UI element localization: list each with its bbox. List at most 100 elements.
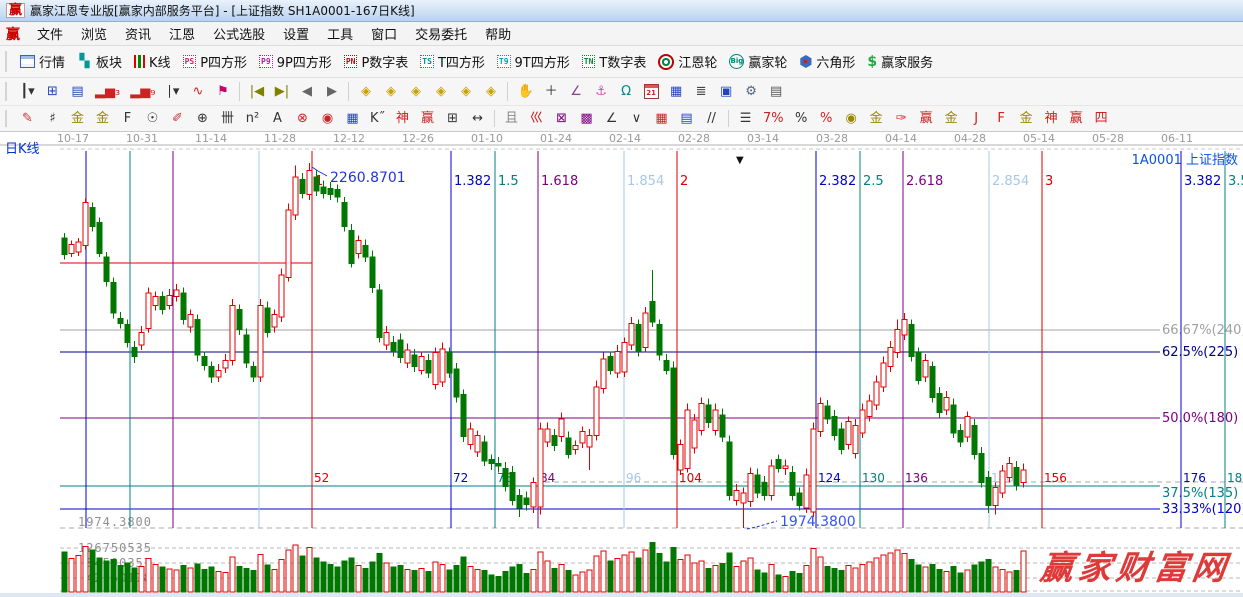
- kline-chart[interactable]: 10-1710-3111-1411-2812-1212-2601-1001-24…: [0, 132, 1243, 593]
- width-arrows-tool[interactable]: ↔: [465, 106, 490, 132]
- grid-sheet-tool[interactable]: ▤: [674, 106, 699, 132]
- rays-tool[interactable]: 巛: [524, 106, 549, 132]
- menu-item-江恩[interactable]: 江恩: [160, 22, 204, 45]
- network-icon[interactable]: ⊞: [40, 79, 65, 105]
- percent-tool[interactable]: %: [789, 106, 814, 132]
- zoom-out-h-diamond[interactable]: ◈: [403, 79, 428, 105]
- shen-grid-tool[interactable]: 神: [390, 106, 415, 132]
- zoom-all-diamond[interactable]: ◈: [478, 79, 503, 105]
- sh-angle-tool[interactable]: 神: [1039, 106, 1064, 132]
- menu-item-浏览[interactable]: 浏览: [72, 22, 116, 45]
- anchor-tool[interactable]: ⚓: [589, 79, 614, 105]
- menu-item-帮助[interactable]: 帮助: [476, 22, 520, 45]
- chart-area[interactable]: 10-1710-3111-1411-2812-1212-2601-1001-24…: [0, 132, 1243, 593]
- menu-item-公式选股[interactable]: 公式选股: [204, 22, 274, 45]
- box-pattern-tool[interactable]: ▩: [574, 106, 599, 132]
- si-angle-tool[interactable]: 四: [1089, 106, 1114, 132]
- 9p-square-button[interactable]: P99P四方形: [254, 49, 339, 75]
- red-grid-tool[interactable]: ▦: [649, 106, 674, 132]
- t-square-button[interactable]: TST四方形: [415, 49, 492, 75]
- calculator-icon[interactable]: ▦: [664, 79, 689, 105]
- percent-line-tool[interactable]: %: [814, 106, 839, 132]
- menu-item-设置[interactable]: 设置: [274, 22, 318, 45]
- gold-angle-line-tool[interactable]: 金: [939, 106, 964, 132]
- red-circle-target-tool[interactable]: ⊗: [290, 106, 315, 132]
- gold-grid-2-tool[interactable]: 金: [90, 106, 115, 132]
- tools-icon[interactable]: ⚙: [739, 79, 764, 105]
- ruler-grid-tool[interactable]: ⊞: [440, 106, 465, 132]
- crosshair-tool[interactable]: ＋: [539, 79, 564, 105]
- candle-style-dropdown[interactable]: ∣▾: [160, 79, 185, 105]
- f-grid-tool[interactable]: F: [115, 106, 140, 132]
- menu-item-文件[interactable]: 文件: [28, 22, 72, 45]
- f-angle-tool[interactable]: F: [989, 106, 1014, 132]
- winner-wheel-button[interactable]: Big赢家轮: [724, 49, 794, 75]
- percent-7-tool[interactable]: 7%: [758, 106, 789, 132]
- menu-item-资讯[interactable]: 资讯: [116, 22, 160, 45]
- gold-angle-tool[interactable]: 金: [1014, 106, 1039, 132]
- info-doc-icon[interactable]: ▤: [65, 79, 90, 105]
- menu-item-交易委托[interactable]: 交易委托: [406, 22, 476, 45]
- cycle-circle-tool[interactable]: ⊕: [190, 106, 215, 132]
- brush-tool[interactable]: ✎: [15, 106, 40, 132]
- calendar-icon[interactable]: 21: [639, 79, 664, 105]
- spiral-tool[interactable]: ☉: [140, 106, 165, 132]
- first-bar-button[interactable]: |◀: [244, 79, 269, 105]
- pan-left-diamond[interactable]: ◈: [353, 79, 378, 105]
- pen-flag-tool[interactable]: ✑: [889, 106, 914, 132]
- scale-bars-tool[interactable]: ☰: [733, 106, 758, 132]
- zoom-in-h-diamond[interactable]: ◈: [428, 79, 453, 105]
- box-x-tool[interactable]: ⊠: [549, 106, 574, 132]
- ying-wave-tool[interactable]: 赢: [914, 106, 939, 132]
- mirror-tool[interactable]: A: [265, 106, 290, 132]
- menu-item-窗口[interactable]: 窗口: [362, 22, 406, 45]
- hand-tool[interactable]: ✋: [512, 79, 538, 105]
- toolbar-grip[interactable]: [5, 51, 11, 73]
- star-circle-tool[interactable]: ◉: [315, 106, 340, 132]
- kline-period-dropdown[interactable]: ┃▾: [15, 79, 40, 105]
- angle-fan-tool[interactable]: ∠: [599, 106, 624, 132]
- save-icon[interactable]: ▣: [714, 79, 739, 105]
- p-square-button[interactable]: PSP四方形: [178, 49, 254, 75]
- toolbar-grip[interactable]: [5, 110, 11, 128]
- print-icon[interactable]: ▤: [764, 79, 789, 105]
- bars-9-icon[interactable]: ▂▅₉: [125, 79, 160, 105]
- k-quote-tool[interactable]: K˝: [365, 106, 390, 132]
- winner-service-button[interactable]: $赢家服务: [862, 49, 940, 75]
- sectors-button[interactable]: ▚板块: [72, 49, 129, 75]
- pan-right-diamond[interactable]: ◈: [378, 79, 403, 105]
- brain-tool[interactable]: Ω: [614, 79, 639, 105]
- blue-grid-tool[interactable]: ▦: [340, 106, 365, 132]
- gold-grid-1-tool[interactable]: 金: [65, 106, 90, 132]
- prev-bar-button[interactable]: ◀: [294, 79, 319, 105]
- ying-angle-tool[interactable]: 赢: [1064, 106, 1089, 132]
- quotes-button[interactable]: 行情: [15, 49, 72, 75]
- t-table-button[interactable]: TNT数字表: [577, 49, 654, 75]
- p-table-button[interactable]: PNP数字表: [339, 49, 415, 75]
- n2-grid-tool[interactable]: n²: [240, 106, 265, 132]
- gold-circle-tool[interactable]: ◉: [839, 106, 864, 132]
- dense-grid-tool[interactable]: 卌: [215, 106, 240, 132]
- j-angle-tool[interactable]: J: [964, 106, 989, 132]
- box-handle-tool[interactable]: 且: [499, 106, 524, 132]
- hexagon-button[interactable]: 六角形: [794, 49, 862, 75]
- gann-wheel-button[interactable]: 江恩轮: [653, 49, 724, 75]
- menu-item-工具[interactable]: 工具: [318, 22, 362, 45]
- next-bar-button[interactable]: ▶: [319, 79, 344, 105]
- bars-3-icon[interactable]: ▂▅₃: [90, 79, 125, 105]
- zigzag-icon[interactable]: ∿: [185, 79, 210, 105]
- gold-line-tool[interactable]: 金: [864, 106, 889, 132]
- title-bar[interactable]: 赢 赢家江恩专业版[赢家内部服务平台] - [上证指数 SH1A0001-167…: [0, 0, 1243, 22]
- 9t-square-button[interactable]: T99T四方形: [492, 49, 577, 75]
- report-icon[interactable]: ≣: [689, 79, 714, 105]
- comb-grid-tool[interactable]: ♯: [40, 106, 65, 132]
- wave-v-tool[interactable]: ∨: [624, 106, 649, 132]
- zoom-v-diamond[interactable]: ◈: [453, 79, 478, 105]
- kline-button[interactable]: K线: [129, 49, 178, 75]
- angle-tool[interactable]: ∠: [564, 79, 589, 105]
- last-bar-button[interactable]: ▶|: [269, 79, 294, 105]
- parallel-lines-tool[interactable]: //: [699, 106, 724, 132]
- flag-icon[interactable]: ⚑: [210, 79, 235, 105]
- toolbar-grip[interactable]: [5, 82, 11, 101]
- ying-grid-tool[interactable]: 赢: [415, 106, 440, 132]
